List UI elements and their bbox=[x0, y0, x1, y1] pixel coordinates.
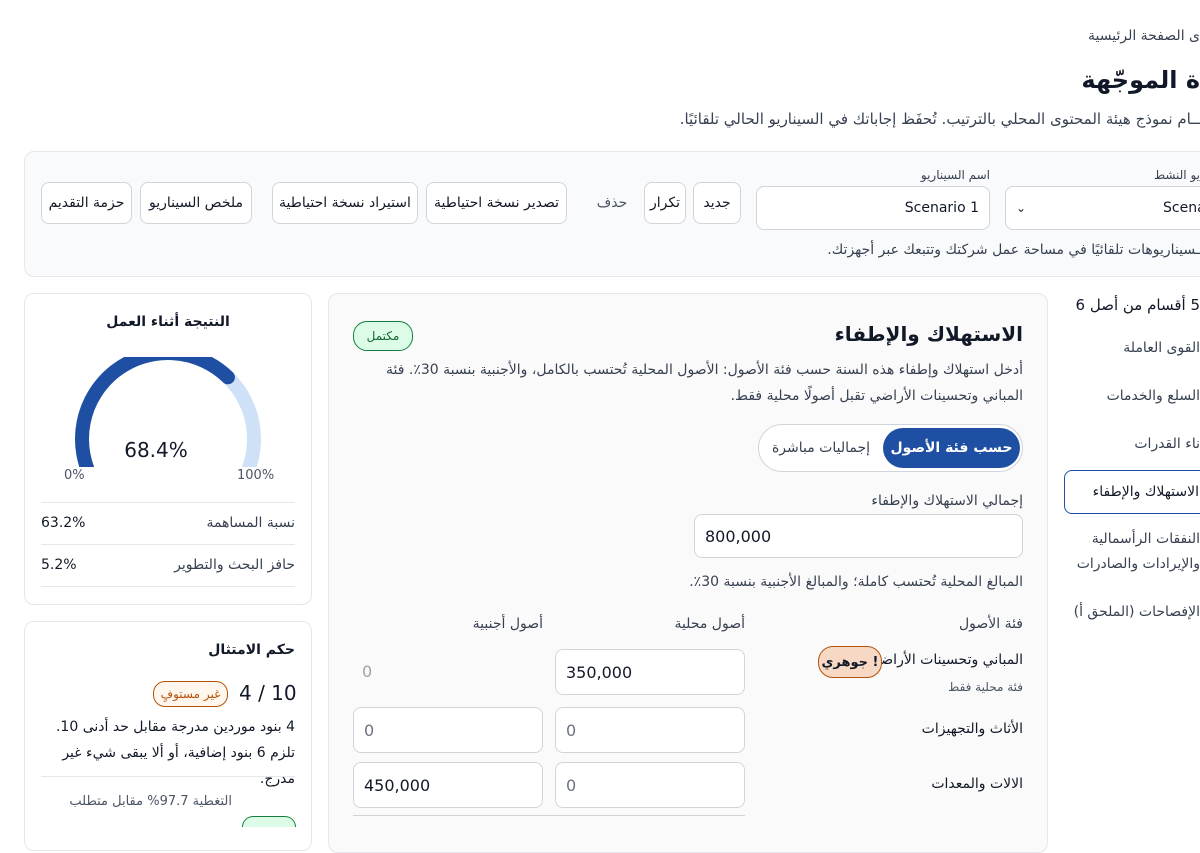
sidebar-item-disclosures[interactable]: الإفصاحات (الملحق أ) bbox=[1074, 604, 1200, 620]
compliance-title: حكم الامتثال bbox=[208, 642, 295, 658]
local-assets-input[interactable]: 350,000 bbox=[555, 649, 745, 695]
active-scenario-select[interactable]: ⌄ Scena bbox=[1005, 186, 1200, 230]
divider bbox=[41, 776, 295, 777]
asset-row-sub: فئة محلية فقط bbox=[948, 680, 1023, 694]
divider bbox=[41, 502, 295, 503]
foreign-assets-value: 0 bbox=[362, 662, 373, 681]
local-assets-input[interactable]: 0 bbox=[555, 707, 745, 753]
sidebar-item-capacity-building[interactable]: ناء القدرات bbox=[1134, 436, 1200, 452]
sidebar-item-revenue-exports[interactable]: والإيرادات والصادرات bbox=[1077, 556, 1200, 572]
page-subtitle: ــام نموذج هيئة المحتوى المحلي بالترتيب.… bbox=[679, 110, 1200, 128]
gauge-max-label: 100% bbox=[237, 468, 275, 483]
contribution-ratio-label: نسبة المساهمة bbox=[206, 515, 295, 531]
asset-row-name: المباني وتحسينات الأراضي bbox=[869, 652, 1023, 668]
sidebar-item-depreciation[interactable]: الاستهلاك والإطفاء bbox=[1064, 470, 1200, 514]
not-met-badge: غير مستوفٍ bbox=[153, 681, 228, 707]
active-scenario-label: يو النشط bbox=[1153, 168, 1200, 182]
local-assets-input[interactable]: 0 bbox=[555, 762, 745, 808]
divider bbox=[41, 544, 295, 545]
status-badge: مكتمل bbox=[353, 321, 413, 351]
scenario-name-label: اسم السيناريو bbox=[920, 168, 990, 182]
import-backup-button[interactable]: استيراد نسخة احتياطية bbox=[272, 182, 418, 224]
score-title: النتيجة أثناء العمل bbox=[106, 314, 230, 330]
chevron-down-icon: ⌄ bbox=[1016, 201, 1027, 215]
section-title: الاستهلاك والإطفاء bbox=[834, 322, 1023, 346]
col-header-local-assets: أصول محلية bbox=[674, 616, 745, 632]
col-header-asset-class: فئة الأصول bbox=[958, 616, 1023, 632]
rd-incentive-value: 5.2% bbox=[41, 557, 77, 573]
foreign-assets-input[interactable]: 450,000 bbox=[353, 762, 543, 808]
weighting-note: المبالغ المحلية تُحتسب كاملة؛ والمبالغ ا… bbox=[689, 574, 1023, 590]
delete-scenario-button[interactable]: حذف bbox=[588, 182, 636, 224]
total-depreciation-label: إجمالي الاستهلاك والإطفاء bbox=[871, 493, 1023, 509]
sidebar-item-goods-services[interactable]: السلع والخدمات bbox=[1107, 388, 1200, 404]
section-description: أدخل استهلاك وإطفاء هذه السنة حسب فئة ال… bbox=[386, 362, 1023, 404]
sidebar-item-workforce[interactable]: القوى العاملة bbox=[1123, 340, 1200, 356]
breadcrumb[interactable]: ى الصفحة الرئيسية bbox=[1088, 28, 1200, 44]
scenario-summary-button[interactable]: ملخص السيناريو bbox=[140, 182, 252, 224]
score-value: 68.4% bbox=[124, 438, 188, 462]
compliance-text: 4 بنود موردين مدرجة مقابل حد أدنى 10. تل… bbox=[55, 719, 295, 787]
foreign-assets-input[interactable]: 0 bbox=[353, 707, 543, 753]
divider bbox=[41, 586, 295, 587]
coverage-text: التغطية 97.7% مقابل متطلب bbox=[69, 794, 232, 809]
material-badge: ! جوهري bbox=[818, 646, 882, 678]
page-title: ة الموجّهة bbox=[1081, 66, 1200, 94]
gauge-min-label: 0% bbox=[64, 468, 85, 483]
tab-direct-totals[interactable]: إجماليات مباشرة bbox=[763, 428, 879, 468]
tab-by-asset-class[interactable]: حسب فئة الأصول bbox=[883, 428, 1020, 468]
col-header-foreign-assets: أصول أجنبية bbox=[472, 616, 543, 632]
contribution-ratio-value: 63.2% bbox=[41, 515, 86, 531]
coverage-badge bbox=[242, 816, 296, 827]
scenario-name-input[interactable]: Scenario 1 bbox=[756, 186, 990, 230]
partial-input-edge bbox=[353, 815, 745, 821]
rd-incentive-label: حافز البحث والتطوير bbox=[174, 557, 295, 573]
total-depreciation-input[interactable]: 800,000 bbox=[694, 514, 1023, 558]
asset-row-name: الأثاث والتجهيزات bbox=[921, 721, 1023, 737]
asset-row-name: الالات والمعدات bbox=[931, 776, 1023, 792]
compliance-count: 4 / 10 bbox=[239, 681, 297, 705]
duplicate-scenario-button[interactable]: تكرار bbox=[644, 182, 686, 224]
toolbar-note: ـسيناريوهات تلقائيًا في مساحة عمل شركتك … bbox=[827, 242, 1200, 258]
sidebar-item-label: الاستهلاك والإطفاء bbox=[1092, 484, 1199, 500]
submission-package-button[interactable]: حزمة التقديم bbox=[41, 182, 132, 224]
new-scenario-button[interactable]: جديد bbox=[693, 182, 741, 224]
sidebar-item-capex[interactable]: النفقات الرأسمالية bbox=[1092, 531, 1200, 547]
export-backup-button[interactable]: تصدير نسخة احتياطية bbox=[426, 182, 567, 224]
sidebar-progress: 5 أقسام من أصل 6 bbox=[1075, 296, 1200, 314]
